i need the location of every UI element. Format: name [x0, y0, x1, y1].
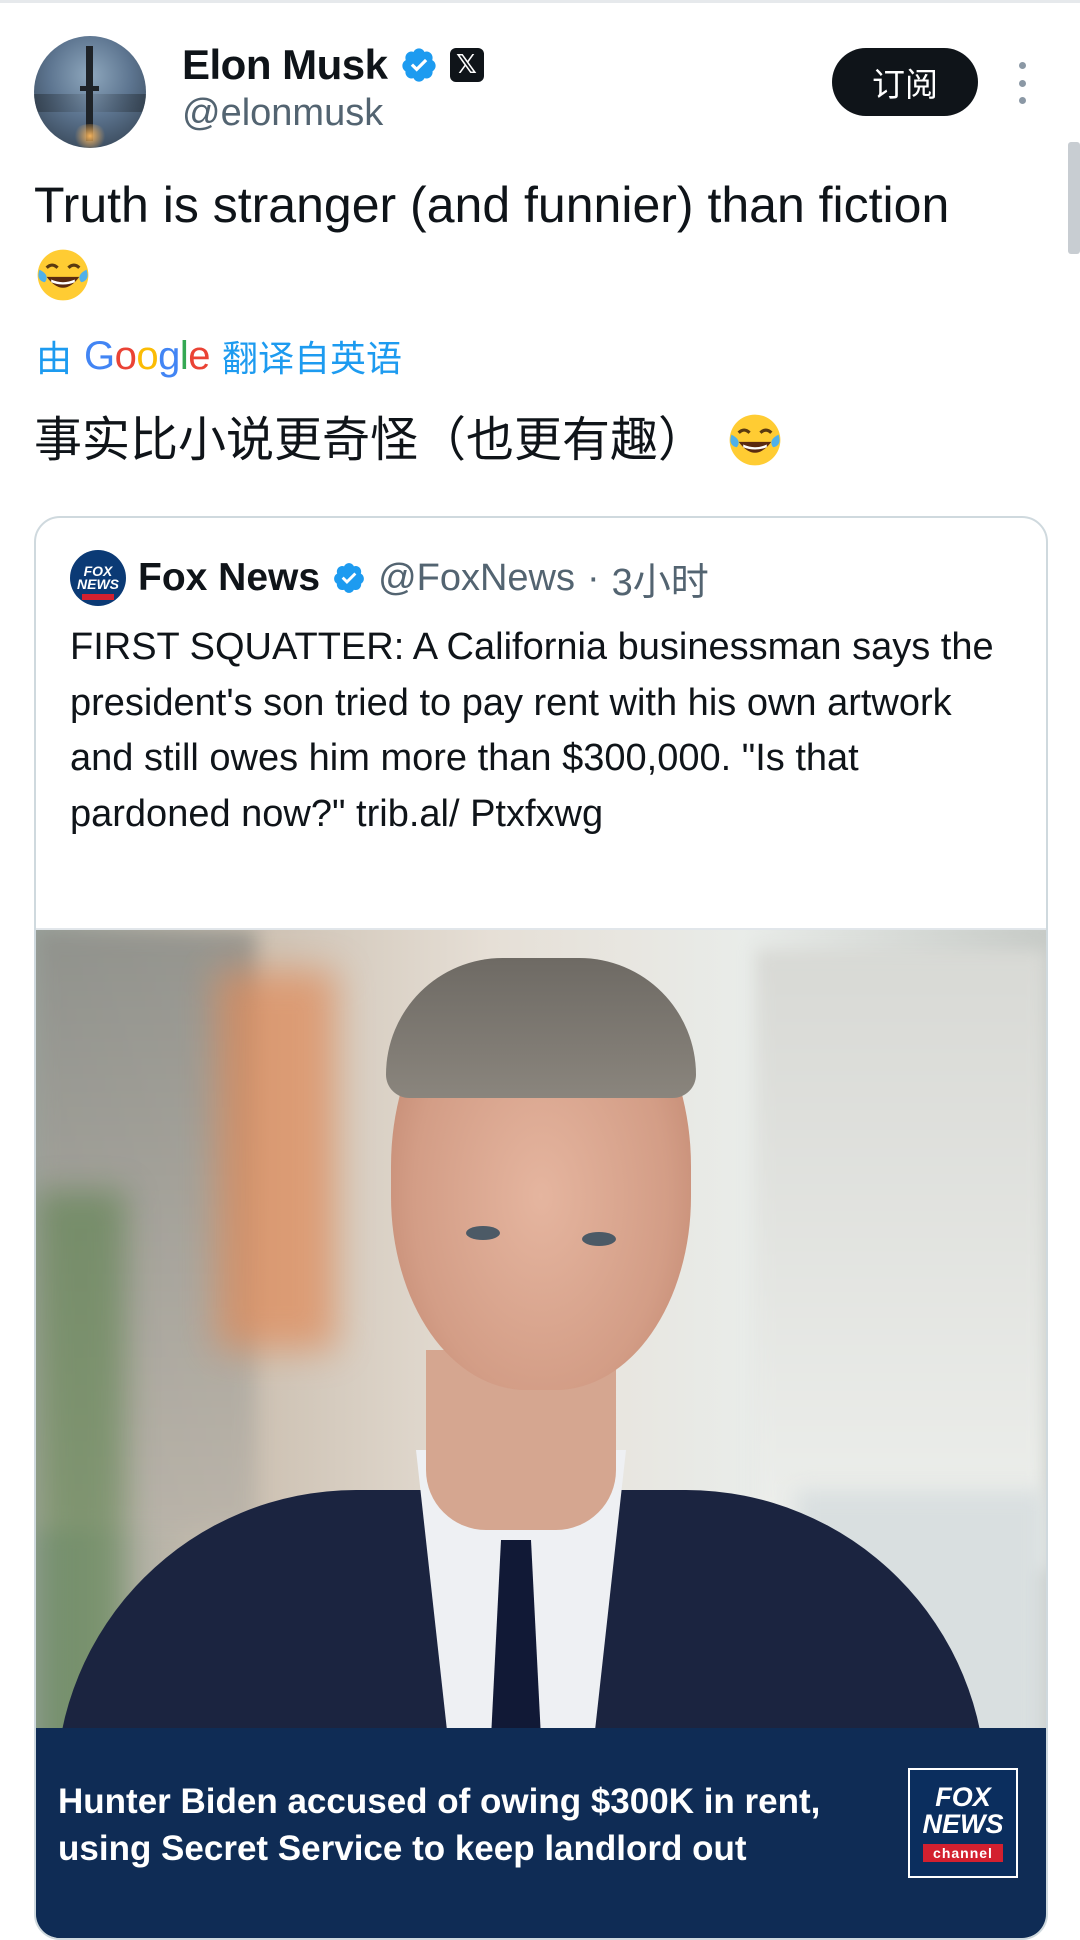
fox-logo-channel: channel — [923, 1844, 1003, 1862]
quoted-tweet-header: FOX NEWS Fox News @FoxNews · 3小时 — [70, 550, 709, 606]
translation-source-label: 翻译自英语 — [222, 339, 403, 380]
image-caption: Hunter Biden accused of owing $300K in r… — [58, 1782, 821, 1868]
author-avatar[interactable] — [34, 36, 146, 148]
photo-hair — [386, 958, 696, 1098]
tweet-text: Truth is stranger (and funnier) than fic… — [34, 172, 1034, 304]
more-options-icon[interactable] — [1016, 62, 1028, 104]
image-background-blur — [216, 970, 336, 1350]
photo-left-eye — [466, 1226, 500, 1240]
quoted-tweet-card[interactable]: FOX NEWS Fox News @FoxNews · 3小时 FIRST S… — [34, 516, 1048, 1940]
scrollbar[interactable] — [1068, 142, 1080, 254]
tears-of-joy-emoji-icon — [729, 414, 781, 466]
image-background-wall — [756, 950, 1046, 1570]
fox-news-avatar[interactable]: FOX NEWS — [70, 550, 126, 606]
fox-news-logo: FOX NEWS channel — [908, 1768, 1018, 1878]
translated-body: 事实比小说更奇怪（也更有趣） — [34, 412, 707, 468]
tweet-body: Truth is stranger (and funnier) than fic… — [34, 177, 950, 233]
tears-of-joy-emoji-icon — [37, 249, 89, 301]
quoted-tweet-time[interactable]: 3小时 — [612, 551, 709, 606]
translation-attribution[interactable]: 由 Google 翻译自英语 — [36, 330, 402, 382]
subscribe-button[interactable]: 订阅 — [832, 48, 978, 116]
x-affiliation-icon: 𝕏 — [449, 48, 484, 82]
fox-avatar-stripe — [82, 594, 114, 600]
fox-logo-text: FOX NEWS — [922, 1782, 1004, 1839]
meta-separator: · — [587, 556, 600, 599]
quoted-tweet-image[interactable]: Hunter Biden accused of owing $300K in r… — [36, 928, 1046, 1938]
translation-prefix: 由 — [36, 339, 73, 380]
verified-badge-icon — [401, 48, 436, 82]
avatar-glow — [72, 124, 108, 148]
author-name-row: Elon Musk 𝕏 — [182, 40, 484, 90]
photo-right-eye — [582, 1232, 616, 1246]
quoted-tweet-text: FIRST SQUATTER: A California businessman… — [70, 626, 994, 835]
quoted-author-name[interactable]: Fox News — [138, 556, 320, 600]
author-handle[interactable]: @elonmusk — [182, 92, 383, 135]
avatar-tower-arm — [80, 86, 99, 91]
quoted-author-handle[interactable]: @FoxNews — [378, 557, 575, 600]
author-name[interactable]: Elon Musk — [182, 41, 388, 89]
translated-tweet-text: 事实比小说更奇怪（也更有趣） — [34, 410, 784, 470]
google-logo: Google — [84, 333, 211, 378]
verified-badge-icon — [334, 563, 364, 593]
top-divider — [0, 0, 1080, 3]
fox-avatar-text: FOX NEWS — [77, 563, 119, 592]
